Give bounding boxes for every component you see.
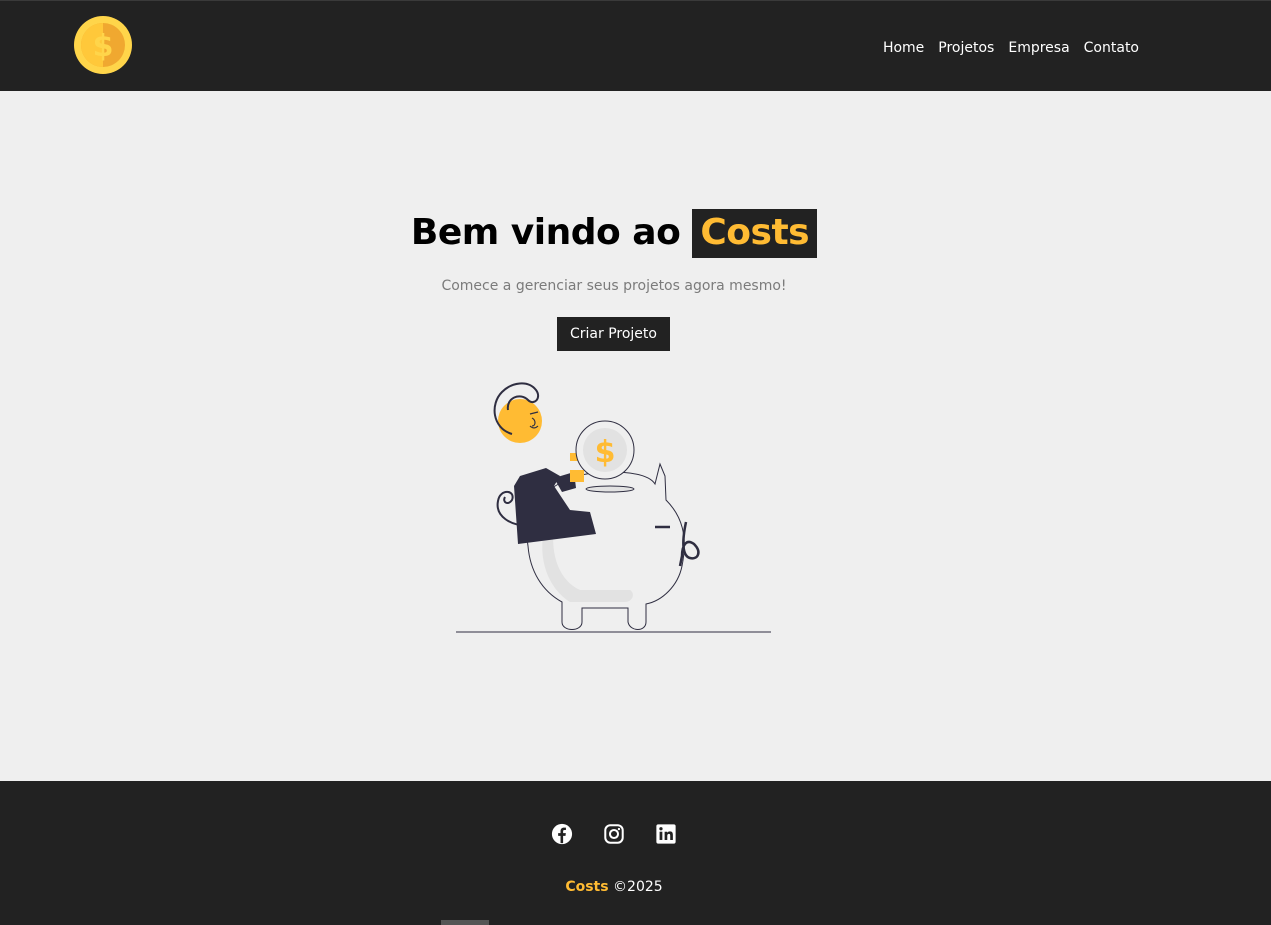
nav-link-empresa[interactable]: Empresa [1008, 40, 1069, 56]
footer: Costs ©2025 [0, 781, 1271, 925]
hero-subtitle: Comece a gerenciar seus projetos agora m… [441, 278, 787, 294]
copyright: Costs ©2025 [0, 879, 1228, 895]
nav-link-contato[interactable]: Contato [1084, 40, 1139, 56]
linkedin-icon [656, 824, 676, 844]
coin-dollar-icon: $ [74, 16, 132, 74]
svg-text:$: $ [93, 29, 114, 64]
nav-item-empresa: Empresa [1008, 37, 1069, 56]
illustration-coin-symbol: $ [595, 435, 616, 470]
home-section: Bem vindo ao Costs Comece a gerenciar se… [0, 91, 1271, 781]
copyright-year: ©2025 [613, 879, 663, 895]
facebook-link[interactable] [551, 823, 573, 845]
hero-title-brand: Costs [692, 209, 818, 258]
nav-item-projetos: Projetos [938, 37, 994, 56]
piggy-bank-illustration: $ [456, 382, 771, 633]
social-links [0, 823, 1228, 845]
facebook-icon [551, 823, 573, 845]
nav-item-contato: Contato [1084, 37, 1139, 56]
social-item-linkedin [655, 823, 677, 845]
nav-menu: Home Projetos Empresa Contato [869, 37, 1139, 56]
navbar: $ Home Projetos Empresa Contato [0, 0, 1271, 91]
hero-title-prefix: Bem vindo ao [410, 212, 681, 253]
copyright-brand: Costs [565, 879, 609, 895]
hero-title: Bem vindo ao Costs [0, 209, 1228, 258]
social-item-instagram [603, 823, 625, 845]
nav-link-home[interactable]: Home [883, 40, 924, 56]
linkedin-link[interactable] [655, 823, 677, 845]
nav-link-projetos[interactable]: Projetos [938, 40, 994, 56]
social-item-facebook [551, 823, 573, 845]
create-project-button[interactable]: Criar Projeto [557, 317, 670, 351]
nav-item-home: Home [883, 37, 924, 56]
instagram-link[interactable] [603, 823, 625, 845]
horizontal-scrollbar-thumb[interactable] [441, 920, 489, 925]
instagram-icon [604, 824, 624, 844]
